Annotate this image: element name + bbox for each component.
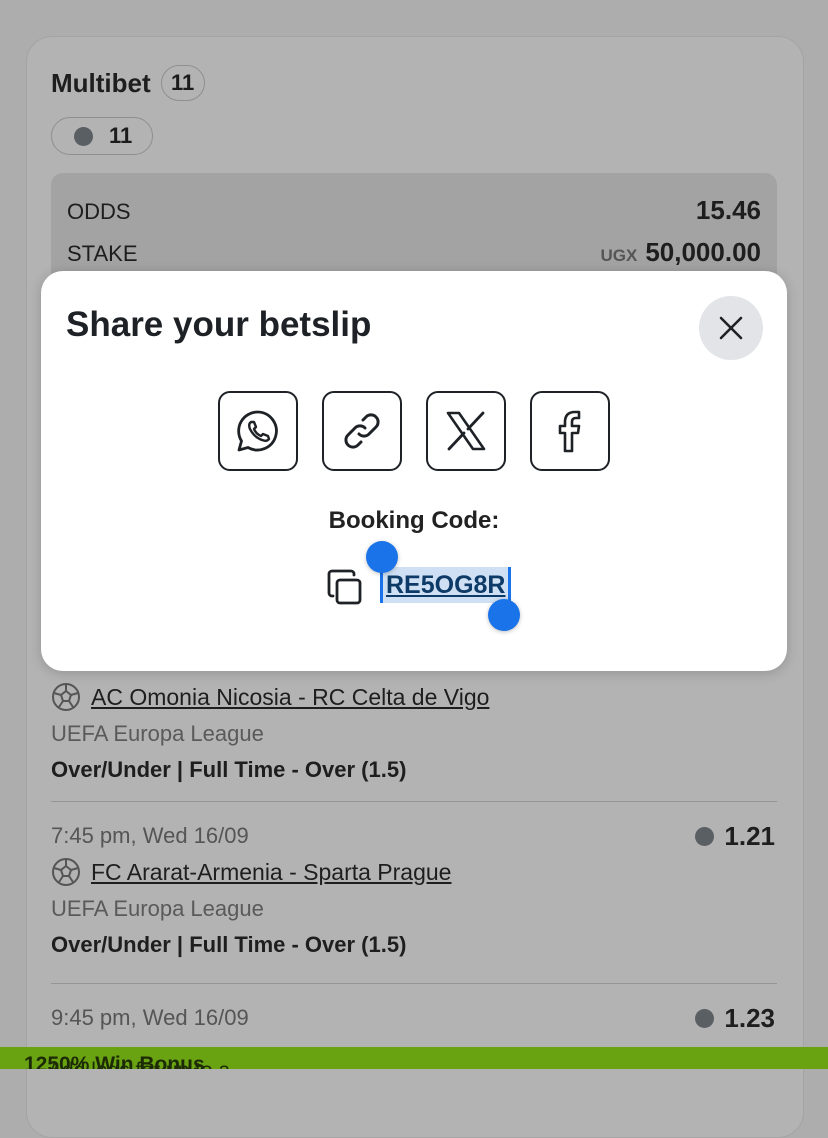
share-whatsapp-button[interactable] xyxy=(218,391,298,471)
selection-count-badge: 11 xyxy=(160,65,205,101)
event-market: Over/Under | Full Time - Over (1.5) xyxy=(51,932,407,957)
event-league: UEFA Europa League xyxy=(51,721,264,746)
stake-value: 50,000.00 xyxy=(645,237,761,267)
divider xyxy=(51,801,777,802)
win-bonus-banner[interactable]: Add legs for up to a 1250% Win Bonus xyxy=(0,1047,828,1069)
event-odds-value: 1.21 xyxy=(724,820,775,851)
currency-label: UGX xyxy=(600,246,638,265)
event-time: 9:45 pm, Wed 16/09 xyxy=(51,1005,249,1030)
x-icon xyxy=(446,411,486,451)
booking-code[interactable]: RE5OG8R xyxy=(380,567,512,603)
soccer-ball-icon xyxy=(52,858,80,886)
banner-text: Add legs for up to a xyxy=(48,1059,230,1069)
list-item: 9:45 pm, Wed 16/09 1.23 xyxy=(51,1001,777,1035)
betslip-title: Multibet xyxy=(51,67,151,98)
modal-title: Share your betslip xyxy=(66,305,372,344)
event-teams-link[interactable]: AC Omonia Nicosia - RC Celta de Vigo xyxy=(91,684,489,711)
share-betslip-modal: Share your betslip Booking Code: RE5OG8R xyxy=(41,271,787,671)
soccer-ball-icon xyxy=(52,683,80,711)
event-odds: 1.21 xyxy=(695,821,775,852)
share-facebook-button[interactable] xyxy=(530,391,610,471)
event-league: UEFA Europa League xyxy=(51,896,264,921)
link-icon xyxy=(344,413,380,449)
odds-label: ODDS xyxy=(67,199,131,224)
stake-label: STAKE xyxy=(67,241,138,266)
divider xyxy=(51,983,777,984)
odds-chip[interactable]: 11 xyxy=(51,117,153,155)
event-market: Over/Under | Full Time - Over (1.5) xyxy=(51,757,407,782)
odds-value: 15.46 xyxy=(695,195,761,225)
booking-code-label: Booking Code: xyxy=(328,507,500,534)
close-button[interactable] xyxy=(699,296,763,360)
selection-end-handle[interactable] xyxy=(488,599,520,631)
status-dot-icon xyxy=(695,826,715,846)
event-time: 7:45 pm, Wed 16/09 xyxy=(51,823,249,848)
betslip-header: Multibet 11 xyxy=(51,65,205,101)
whatsapp-icon xyxy=(237,410,278,452)
copy-icon[interactable] xyxy=(325,567,365,607)
event-odds-value: 1.23 xyxy=(724,1002,775,1033)
event-odds: 1.23 xyxy=(695,1003,775,1034)
event-teams-link[interactable]: FC Ararat-Armenia - Sparta Prague xyxy=(91,859,451,886)
selection-start-handle[interactable] xyxy=(366,541,398,573)
facebook-icon xyxy=(558,410,581,453)
list-item: 7:45 pm, Wed 16/09 1.21 FC Ararat-Armeni… xyxy=(51,819,777,963)
list-item: AC Omonia Nicosia - RC Celta de Vigo UEF… xyxy=(51,678,777,788)
status-dot-icon xyxy=(695,1008,715,1028)
chip-count: 11 xyxy=(109,123,133,148)
status-dot-icon xyxy=(74,126,93,146)
share-x-button[interactable] xyxy=(426,391,506,471)
copy-link-button[interactable] xyxy=(322,391,402,471)
close-icon xyxy=(719,316,743,340)
